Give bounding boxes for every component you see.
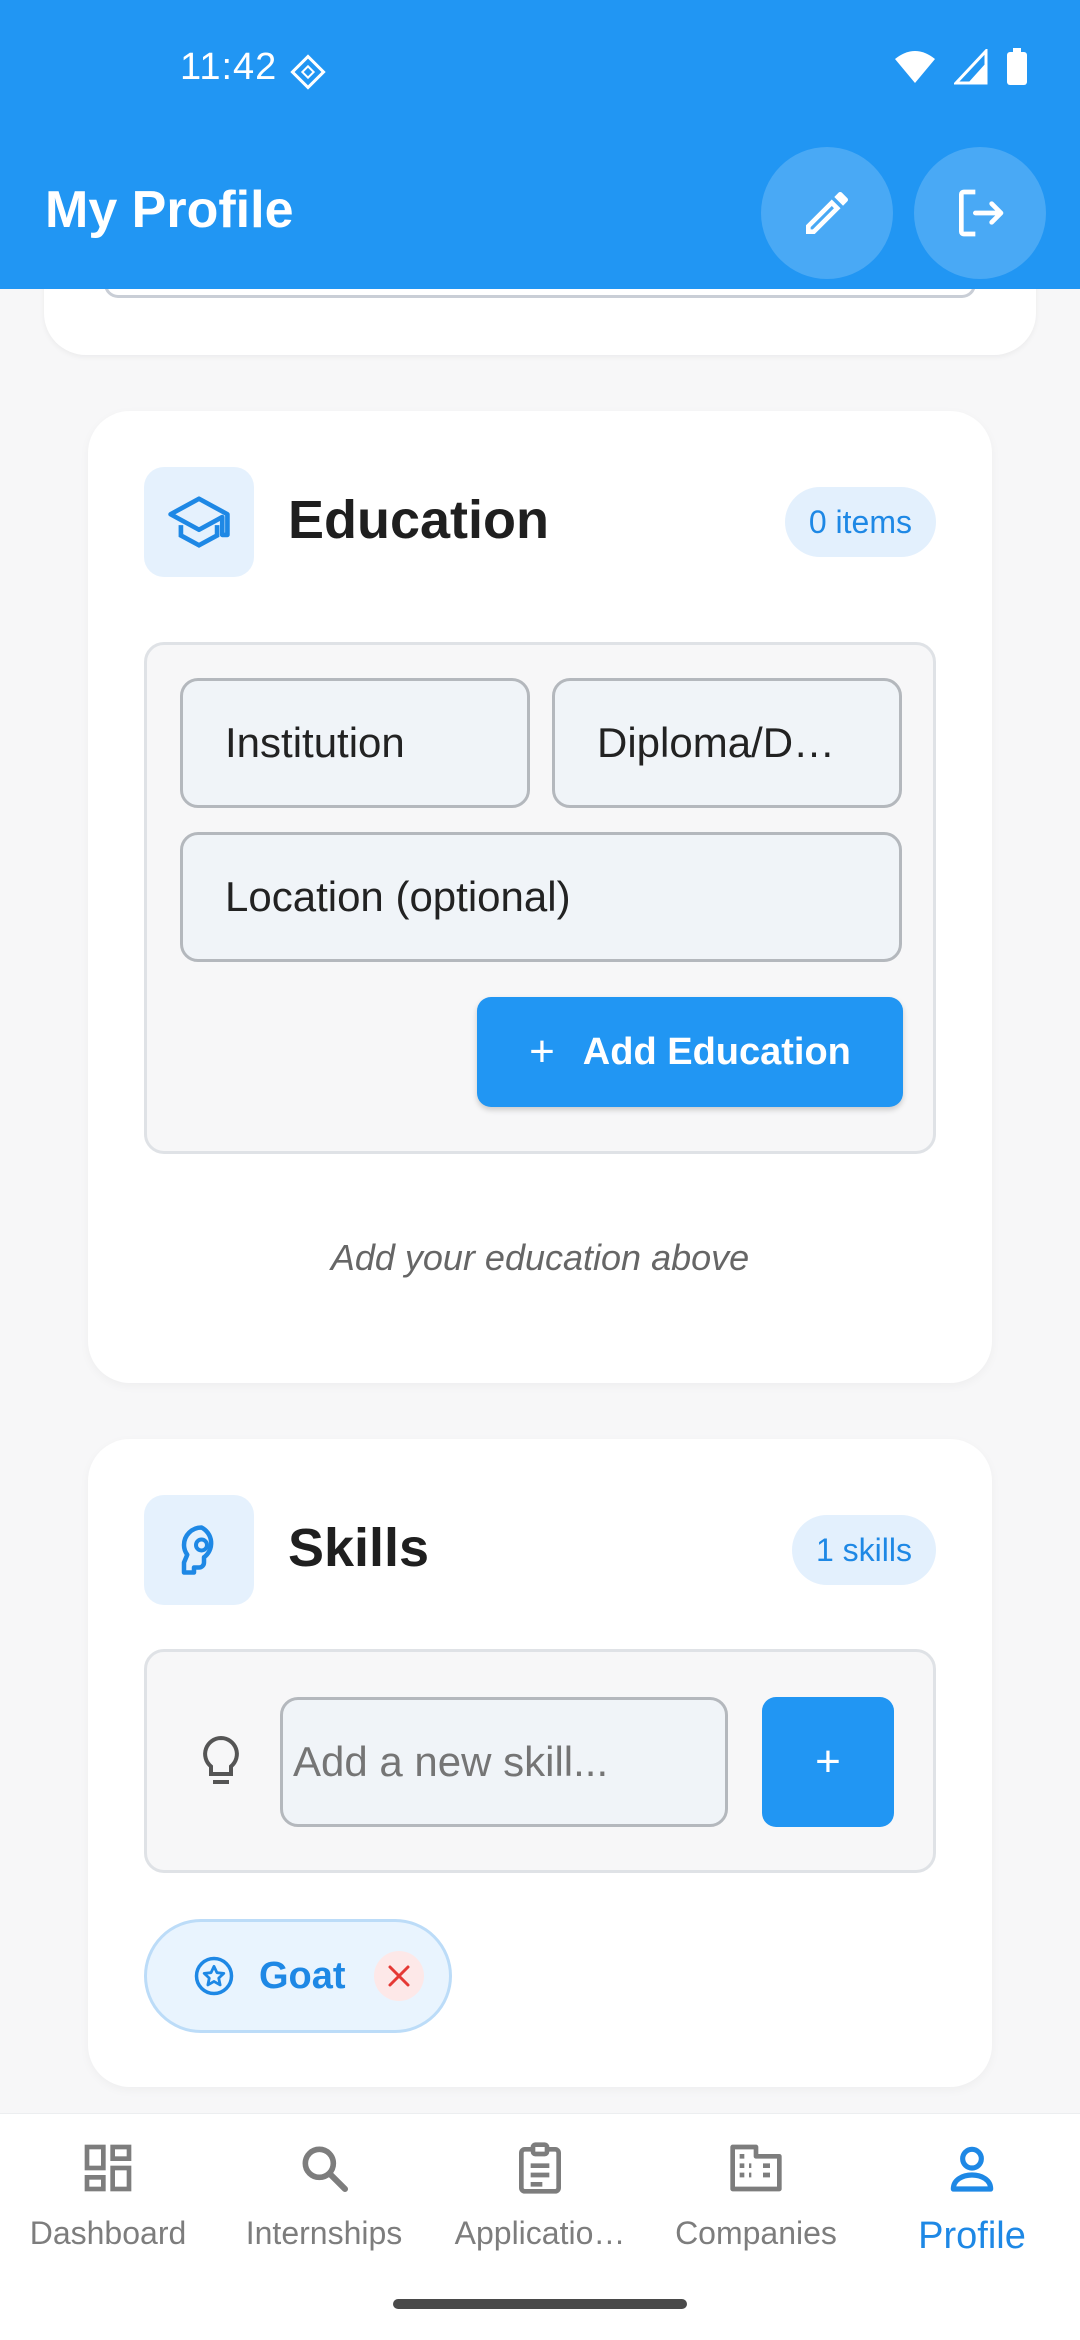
building-icon	[730, 2144, 782, 2192]
nav-dashboard[interactable]: Dashboard	[0, 2140, 216, 2252]
remove-skill-button[interactable]	[373, 1951, 424, 2001]
head-gear-icon	[181, 1525, 214, 1575]
skills-icon-box	[144, 1495, 254, 1605]
battery-icon	[1007, 48, 1027, 85]
person-icon	[950, 2146, 994, 2192]
logout-button[interactable]	[914, 147, 1046, 279]
education-header: Education 0 items	[144, 467, 936, 577]
close-icon	[388, 1965, 410, 1987]
add-skill-button[interactable]: +	[762, 1697, 894, 1827]
nav-internships-label: Internships	[245, 2215, 403, 2251]
skill-input-row: +	[144, 1649, 936, 1873]
diploma-field[interactable]: Diploma/D…	[552, 678, 902, 808]
education-hint: Add your education above	[330, 1237, 750, 1278]
nav-profile[interactable]: Profile	[864, 2140, 1080, 2258]
home-indicator[interactable]	[393, 2299, 687, 2309]
plus-icon: +	[529, 1027, 555, 1076]
graduation-cap-icon	[168, 496, 230, 548]
location-field[interactable]: Location (optional)	[180, 832, 902, 962]
clipboard-icon	[519, 2142, 561, 2194]
star-badge-icon	[194, 1956, 234, 1996]
skills-title: Skills	[288, 1518, 430, 1578]
skills-header: Skills 1 skills	[144, 1495, 936, 1605]
nav-dashboard-label: Dashboard	[29, 2215, 187, 2251]
add-education-label: Add Education	[582, 1030, 851, 1073]
wifi-icon	[895, 51, 935, 83]
education-form: Institution Diploma/D… Location (optiona…	[144, 642, 936, 1154]
institution-field[interactable]: Institution	[180, 678, 530, 808]
education-icon-box	[144, 467, 254, 577]
page-title: My Profile	[45, 181, 294, 239]
lightbulb-icon	[203, 1735, 239, 1784]
app-bar: 11:42 My Profile	[0, 0, 1080, 289]
status-icons	[894, 48, 1028, 86]
add-education-button[interactable]: + Add Education	[477, 997, 903, 1107]
signal-icon	[954, 49, 988, 85]
status-time: 11:42	[180, 46, 278, 88]
dashboard-icon	[84, 2144, 132, 2192]
skill-chip: Goat	[144, 1919, 452, 2033]
skill-input[interactable]	[280, 1697, 728, 1827]
nav-profile-label: Profile	[918, 2215, 1026, 2257]
nav-companies[interactable]: Companies	[648, 2140, 864, 2252]
status-app-icon	[290, 54, 326, 90]
logout-icon	[959, 189, 1004, 237]
education-title: Education	[288, 490, 550, 550]
skill-chip-label: Goat	[259, 1954, 346, 1997]
pencil-icon	[806, 191, 849, 234]
nav-applications[interactable]: Applicatio…	[432, 2140, 648, 2252]
nav-internships[interactable]: Internships	[216, 2140, 432, 2252]
search-icon	[302, 2146, 349, 2193]
nav-companies-label: Companies	[675, 2215, 837, 2251]
skills-card: Skills 1 skills + Goat	[88, 1439, 992, 2087]
nav-applications-label: Applicatio…	[454, 2215, 626, 2251]
profile-screen: 11:42 My Profile Education 0 items Insti…	[0, 0, 1080, 2340]
skills-count-badge: 1 skills	[791, 1515, 936, 1585]
education-card: Education 0 items Institution Diploma/D……	[88, 411, 992, 1383]
education-count-badge: 0 items	[784, 487, 936, 557]
edit-profile-button[interactable]	[761, 147, 893, 279]
